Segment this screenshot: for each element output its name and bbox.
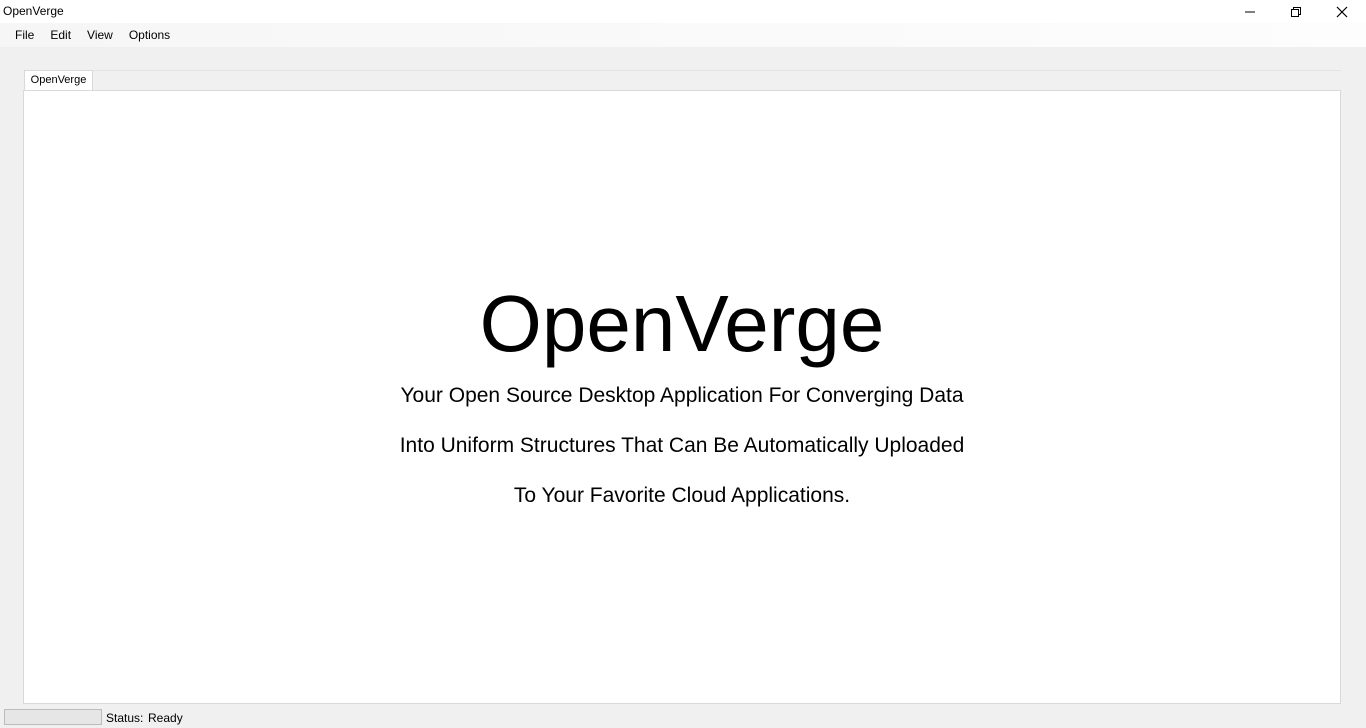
window-title: OpenVerge	[3, 4, 64, 18]
tagline-line-1: Your Open Source Desktop Application For…	[400, 384, 964, 407]
minimize-icon	[1245, 11, 1255, 12]
status-bar: Status: Ready	[0, 706, 1366, 728]
restore-button[interactable]	[1273, 0, 1319, 23]
tagline-line-2: Into Uniform Structures That Can Be Auto…	[399, 434, 965, 457]
progress-bar	[4, 709, 102, 725]
app-title: OpenVerge	[479, 279, 885, 368]
menu-file[interactable]: File	[7, 24, 42, 46]
title-bar: OpenVerge	[0, 0, 1366, 23]
tab-content-panel: OpenVerge Your Open Source Desktop Appli…	[23, 90, 1341, 704]
tab-openverge[interactable]: OpenVerge	[24, 70, 93, 91]
minimize-button[interactable]	[1227, 0, 1273, 23]
tagline-line-3: To Your Favorite Cloud Applications.	[513, 484, 851, 507]
close-icon	[1336, 6, 1348, 17]
welcome-panel: OpenVerge Your Open Source Desktop Appli…	[24, 91, 1340, 703]
menu-options[interactable]: Options	[121, 24, 178, 46]
status-label: Status:	[106, 711, 144, 725]
status-value: Ready	[148, 711, 183, 725]
restore-icon	[1291, 6, 1301, 17]
menu-view[interactable]: View	[79, 24, 121, 46]
tab-strip: OpenVerge	[24, 70, 1341, 91]
menu-edit[interactable]: Edit	[42, 24, 79, 46]
menu-bar: File Edit View Options	[0, 23, 1366, 47]
close-button[interactable]	[1319, 0, 1365, 23]
